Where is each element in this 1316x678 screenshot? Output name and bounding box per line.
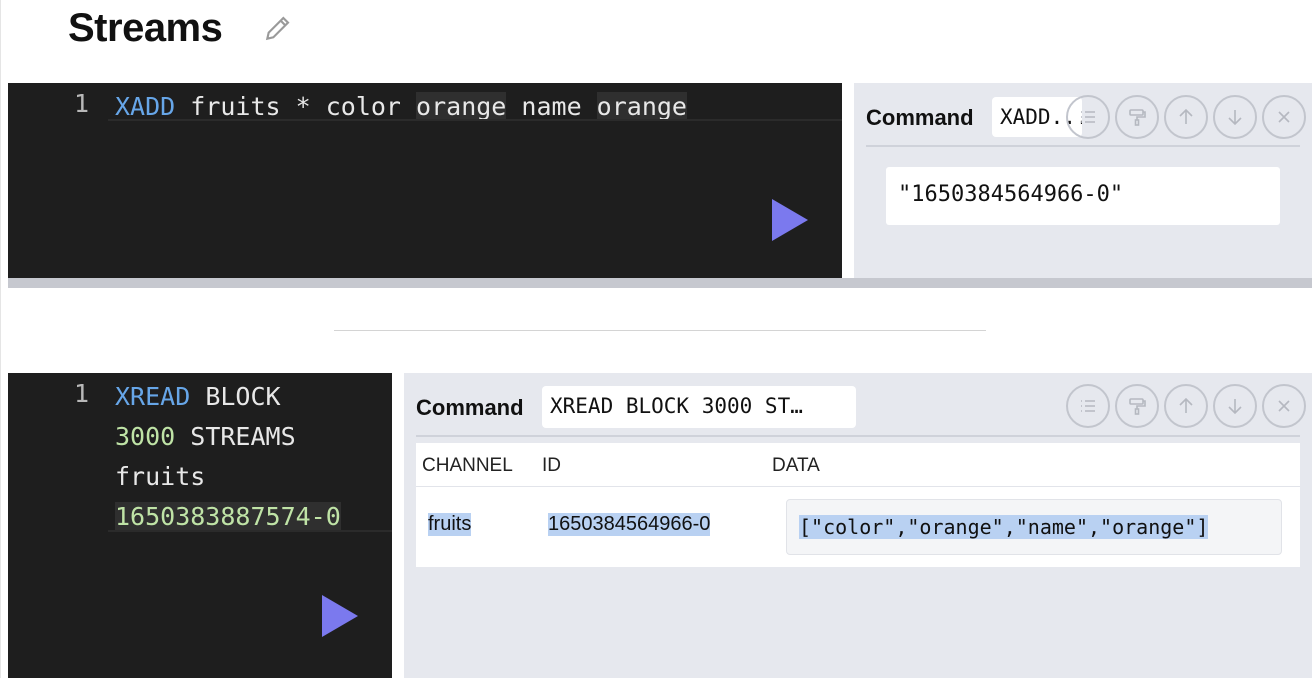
code-highlight: orange bbox=[596, 92, 687, 121]
format-button[interactable] bbox=[1115, 384, 1159, 428]
code-keyword: XADD bbox=[115, 92, 176, 121]
current-line-underline bbox=[108, 119, 842, 121]
line-number: 1 bbox=[74, 89, 90, 118]
notebook-cell-xread: 1 XREAD BLOCK 3000 STREAMS fruits 165038… bbox=[8, 373, 1312, 678]
result-panel: Command XADD... "1650384564966-0" bbox=[854, 83, 1312, 278]
page-left-border bbox=[0, 0, 1, 678]
command-label: Command bbox=[866, 105, 974, 130]
paint-roller-icon bbox=[1129, 109, 1146, 126]
page-title: Streams bbox=[68, 6, 223, 50]
arrow-up-icon bbox=[1179, 108, 1193, 124]
column-header-channel: CHANNEL bbox=[422, 455, 513, 476]
command-label: Command bbox=[416, 395, 524, 420]
result-toolbar bbox=[1066, 384, 1306, 428]
arrow-down-icon bbox=[1228, 110, 1242, 126]
cell-id: 1650384564966-0 bbox=[548, 513, 711, 536]
string-result: "1650384564966-0" bbox=[886, 167, 1280, 225]
arrow-down-icon bbox=[1228, 399, 1242, 415]
move-up-button[interactable] bbox=[1164, 384, 1208, 428]
table-header: CHANNEL ID DATA bbox=[416, 443, 1300, 487]
cell-data: ["color","orange","name","orange"] bbox=[786, 499, 1282, 555]
list-icon bbox=[1081, 400, 1095, 412]
code-number: 1650383887574-0 bbox=[115, 502, 341, 531]
move-down-button[interactable] bbox=[1213, 95, 1257, 139]
code-keyword: XREAD bbox=[115, 382, 191, 411]
paint-roller-icon bbox=[1129, 398, 1146, 415]
cell-channel: fruits bbox=[428, 513, 472, 536]
move-up-button[interactable] bbox=[1164, 95, 1208, 139]
code-line[interactable]: XREAD BLOCK 3000 STREAMS fruits 16503838… bbox=[115, 377, 341, 537]
delete-cell-button[interactable] bbox=[1262, 95, 1306, 139]
list-icon bbox=[1081, 111, 1095, 123]
code-editor[interactable]: 1 XADD fruits * color orange name orange bbox=[8, 83, 842, 278]
delete-cell-button[interactable] bbox=[1262, 384, 1306, 428]
column-header-data: DATA bbox=[772, 455, 820, 476]
code-highlight: orange bbox=[416, 92, 507, 121]
notebook-cell-xadd: 1 XADD fruits * color orange name orange… bbox=[8, 83, 1312, 288]
move-down-button[interactable] bbox=[1213, 384, 1257, 428]
format-button[interactable] bbox=[1115, 95, 1159, 139]
command-value: XREAD BLOCK 3000 ST… bbox=[542, 386, 856, 428]
code-text: name bbox=[506, 92, 597, 121]
result-separator bbox=[866, 145, 1300, 147]
list-view-button[interactable] bbox=[1066, 384, 1110, 428]
cell-bottom-border bbox=[8, 278, 1312, 288]
result-table: CHANNEL ID DATA fruits 1650384564966-0 [… bbox=[416, 443, 1300, 567]
code-editor[interactable]: 1 XREAD BLOCK 3000 STREAMS fruits 165038… bbox=[8, 373, 392, 678]
run-button[interactable] bbox=[322, 595, 358, 637]
line-number: 1 bbox=[74, 379, 90, 408]
run-button[interactable] bbox=[772, 199, 808, 241]
result-panel: Command XREAD BLOCK 3000 ST… CHANNEL ID … bbox=[404, 373, 1312, 678]
close-icon bbox=[1278, 111, 1290, 123]
code-number: 3000 bbox=[115, 422, 176, 451]
list-view-button[interactable] bbox=[1066, 95, 1110, 139]
code-text: STREAMS bbox=[175, 422, 296, 451]
current-line-underline bbox=[108, 530, 392, 532]
pencil-edit-icon[interactable] bbox=[262, 12, 294, 44]
code-text: fruits * color bbox=[175, 92, 417, 121]
column-header-id: ID bbox=[542, 455, 561, 476]
arrow-up-icon bbox=[1179, 397, 1193, 413]
code-text: fruits bbox=[115, 462, 206, 491]
result-separator bbox=[416, 435, 1300, 437]
cell-divider bbox=[334, 330, 986, 331]
close-icon bbox=[1278, 400, 1290, 412]
data-value: ["color","orange","name","orange"] bbox=[799, 515, 1209, 539]
result-toolbar bbox=[1066, 95, 1306, 139]
code-text: BLOCK bbox=[190, 382, 281, 411]
table-row: fruits 1650384564966-0 ["color","orange"… bbox=[416, 487, 1300, 567]
code-line[interactable]: XADD fruits * color orange name orange bbox=[115, 87, 687, 127]
